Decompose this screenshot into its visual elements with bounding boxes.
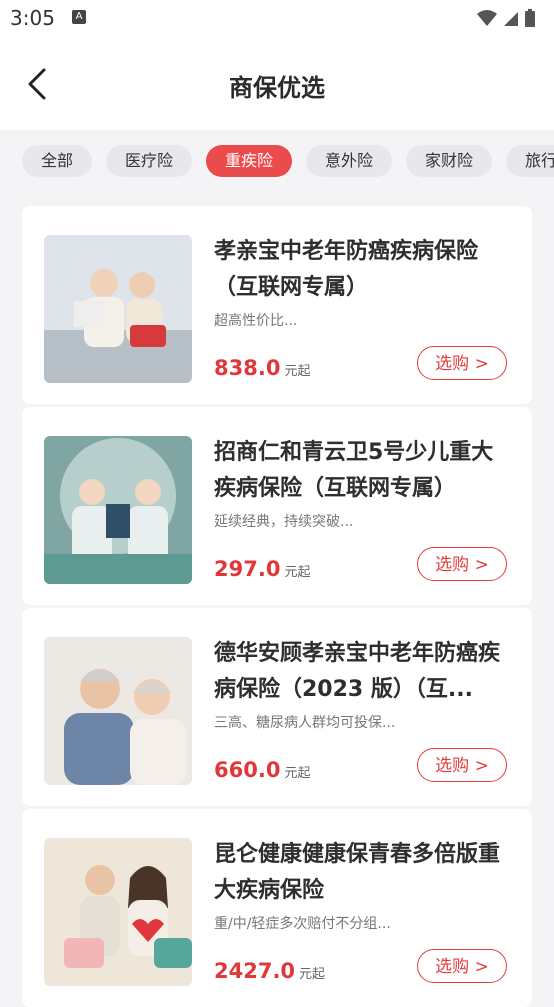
buy-button[interactable]: 选购 >: [417, 346, 507, 380]
product-title: 孝亲宝中老年防癌疾病保险（互联网专属）: [214, 239, 479, 300]
price-unit: 元起: [284, 565, 311, 580]
buy-button[interactable]: 选购 >: [417, 748, 507, 782]
status-time: 3:05: [10, 6, 55, 30]
signal-icon: [504, 12, 518, 26]
status-icons: [476, 8, 536, 28]
product-title: 德华安顾孝亲宝中老年防癌疾病保险（2023 版）（互...: [214, 641, 501, 702]
price-value: 297.0: [214, 557, 281, 581]
price-unit: 元起: [284, 364, 311, 379]
buy-button[interactable]: 选购 >: [417, 547, 507, 581]
tab-travel[interactable]: 旅行: [506, 145, 554, 177]
page-title: 商保优选: [229, 74, 325, 102]
product-card[interactable]: 招商仁和青云卫5号少儿重大疾病保险（互联网专属） 延续经典，持续突破... 29…: [22, 407, 532, 605]
tab-all[interactable]: 全部: [22, 145, 92, 177]
tab-critical-illness[interactable]: 重疾险: [206, 145, 292, 177]
buy-button[interactable]: 选购 >: [417, 949, 507, 983]
price-value: 838.0: [214, 356, 281, 380]
product-image: [44, 436, 192, 584]
price-value: 660.0: [214, 758, 281, 782]
product-card[interactable]: 孝亲宝中老年防癌疾病保险（互联网专属） 超高性价比... 838.0 元起 选购 …: [22, 206, 532, 404]
product-price: 660.0 元起: [214, 758, 310, 782]
product-price: 838.0 元起: [214, 356, 310, 380]
product-image: [44, 838, 192, 986]
product-image: [44, 235, 192, 383]
tab-medical[interactable]: 医疗险: [106, 145, 192, 177]
header: 商保优选: [0, 40, 554, 130]
product-card[interactable]: 昆仑健康健康保青春多倍版重大疾病保险 重/中/轻症多次赔付不分组... 2427…: [22, 809, 532, 1007]
tab-home-property[interactable]: 家财险: [406, 145, 492, 177]
product-title: 昆仑健康健康保青春多倍版重大疾病保险: [214, 842, 501, 903]
product-subtitle: 延续经典，持续突破...: [214, 514, 354, 530]
status-bar: 3:05 A: [0, 0, 554, 40]
notification-a-icon: A: [72, 10, 86, 24]
price-value: 2427.0: [214, 959, 296, 983]
battery-icon: [525, 9, 535, 27]
product-subtitle: 三高、糖尿病人群均可投保...: [214, 715, 396, 731]
product-subtitle: 超高性价比...: [214, 313, 298, 329]
category-tabs: 全部 医疗险 重疾险 意外险 家财险 旅行: [0, 130, 554, 192]
wifi-icon: [477, 10, 497, 26]
product-price: 2427.0 元起: [214, 959, 325, 983]
price-unit: 元起: [284, 766, 311, 781]
tab-accident[interactable]: 意外险: [306, 145, 392, 177]
product-card[interactable]: 德华安顾孝亲宝中老年防癌疾病保险（2023 版）（互... 三高、糖尿病人群均可…: [22, 608, 532, 806]
product-subtitle: 重/中/轻症多次赔付不分组...: [214, 916, 391, 932]
product-price: 297.0 元起: [214, 557, 310, 581]
price-unit: 元起: [299, 967, 326, 982]
product-image: [44, 637, 192, 785]
product-title: 招商仁和青云卫5号少儿重大疾病保险（互联网专属）: [214, 440, 494, 501]
